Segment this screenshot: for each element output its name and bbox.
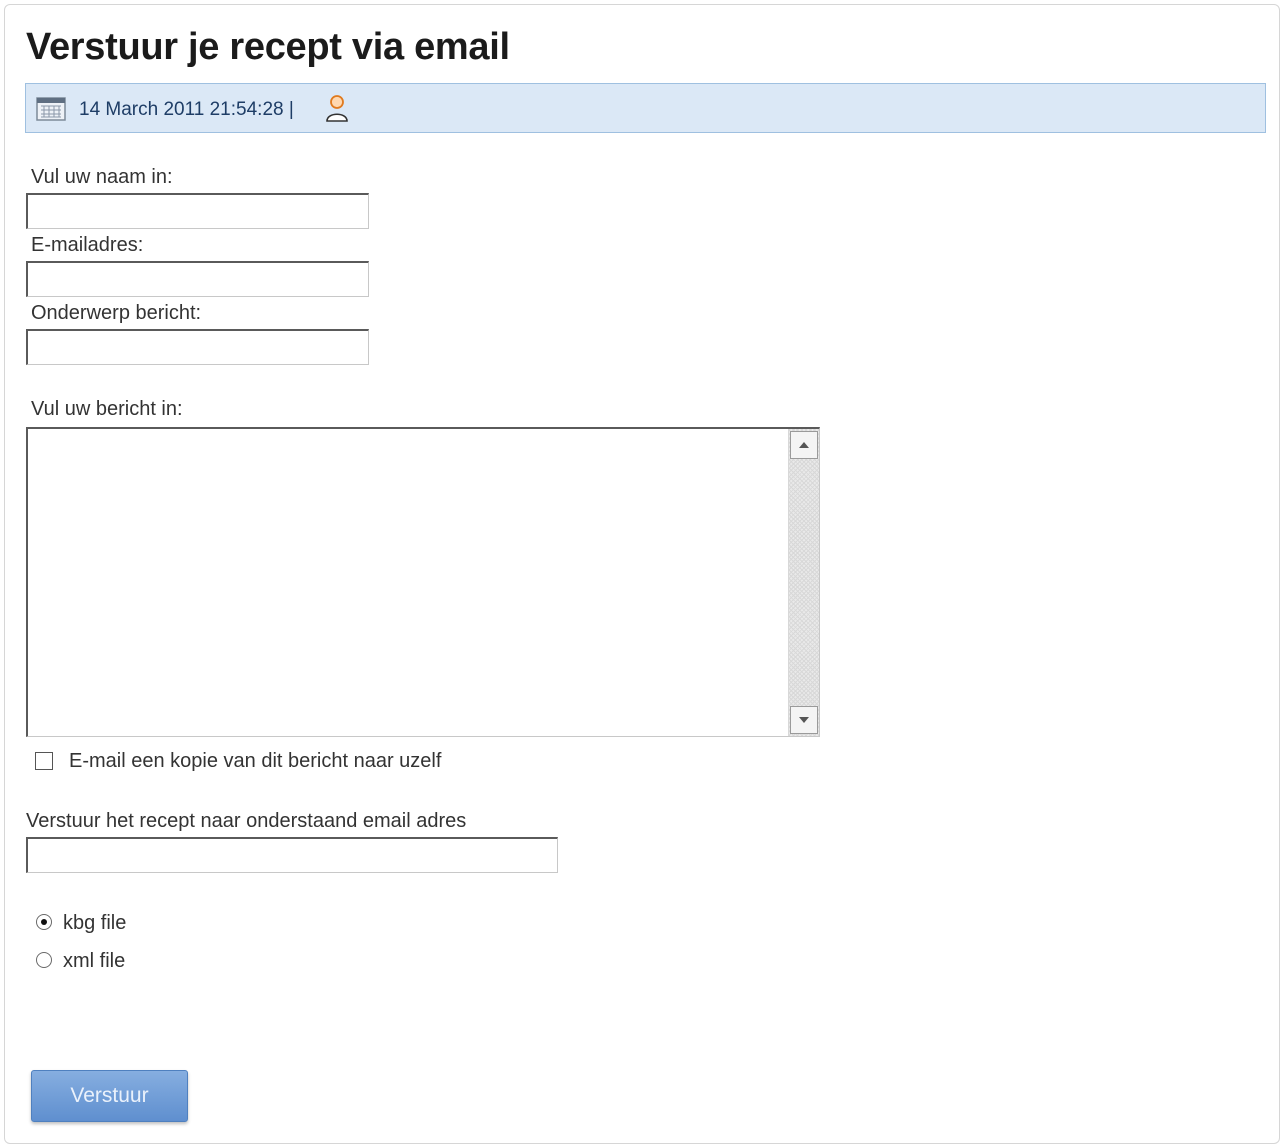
message-label: Vul uw bericht in:: [31, 398, 183, 420]
submit-button[interactable]: Verstuur: [31, 1070, 188, 1122]
radio-xml-file-label[interactable]: xml file: [63, 950, 125, 973]
copy-checkbox-label[interactable]: E-mail een kopie van dit bericht naar uz…: [69, 750, 441, 773]
page-title: Verstuur je recept via email: [26, 26, 510, 68]
arrow-down-icon: [799, 717, 809, 723]
scroll-up-button[interactable]: [790, 431, 818, 459]
user-icon: [326, 95, 348, 122]
email-label: E-mailadres:: [31, 234, 144, 256]
subject-label: Onderwerp bericht:: [31, 302, 202, 324]
copy-checkbox[interactable]: [35, 752, 53, 770]
name-label: Vul uw naam in:: [31, 166, 173, 188]
meta-bar: 14 March 2011 21:54:28 |: [25, 83, 1266, 133]
recipient-email-input[interactable]: [26, 837, 558, 873]
radio-selected-dot: [41, 919, 47, 925]
name-input[interactable]: [26, 193, 369, 229]
post-date: 14 March 2011 21:54:28 |: [79, 99, 294, 120]
email-input[interactable]: [26, 261, 369, 297]
message-textarea[interactable]: [28, 429, 788, 734]
radio-xml-file[interactable]: [36, 952, 52, 968]
radio-kbg-file-label[interactable]: kbg file: [63, 912, 126, 935]
arrow-up-icon: [799, 442, 809, 448]
radio-kbg-file[interactable]: [36, 914, 52, 930]
scroll-down-button[interactable]: [790, 706, 818, 734]
message-box: [26, 427, 820, 737]
recipient-label: Verstuur het recept naar onderstaand ema…: [26, 810, 467, 832]
subject-input[interactable]: [26, 329, 369, 365]
message-scrollbar[interactable]: [788, 429, 819, 736]
calendar-icon: [36, 97, 66, 121]
